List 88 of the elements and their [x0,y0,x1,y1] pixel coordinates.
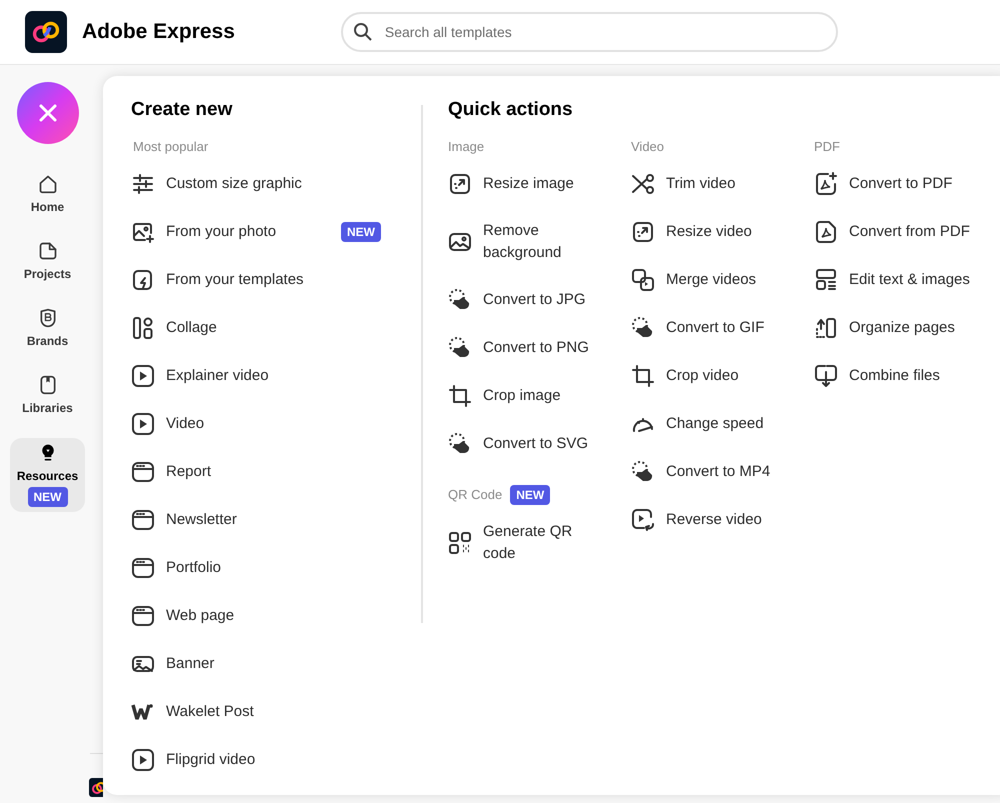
combine-files-icon [814,364,838,388]
document-icon [38,241,58,261]
nav-item[interactable]: Brands [10,304,85,353]
group-label: PDF [814,138,840,156]
menu-item[interactable]: Convert to GIF [631,304,814,352]
menu-item[interactable]: Crop video [631,352,814,400]
play-icon [131,412,155,436]
hand-dotted-circle-icon [631,460,655,484]
merge-icon [631,268,655,292]
menu-item[interactable]: Wakelet Post [131,688,381,736]
image-icon [448,230,472,254]
menu-item[interactable]: Collage [131,304,381,352]
menu-item[interactable]: Newsletter [131,496,381,544]
menu-item[interactable]: From your templates [131,256,381,304]
menu-item[interactable]: Change speed [631,400,814,448]
menu-item[interactable]: Report [131,448,381,496]
browser-window-icon [131,556,155,580]
browser-window-icon [131,604,155,628]
close-icon [38,103,58,123]
collage-icon [131,316,155,340]
menu-item[interactable]: Resize image [448,160,631,208]
hand-dotted-circle-icon [448,288,472,312]
menu-item[interactable]: Reverse video [631,496,814,544]
search-field[interactable]: Search all templates [340,12,838,52]
new-badge: NEW [510,485,550,505]
menu-item[interactable]: Combine files [814,352,1000,400]
menu-item[interactable]: Convert to PDF [814,160,1000,208]
group-label: Video [631,138,664,156]
menu-item[interactable]: Banner [131,640,381,688]
search-icon [352,22,373,42]
pdf-document-icon [814,220,838,244]
browser-window-icon [131,460,155,484]
resize-icon [448,172,472,196]
menu-item[interactable]: Remove background [448,208,631,276]
section-heading: Quick actions [448,98,574,122]
hand-dotted-circle-icon [448,336,472,360]
new-badge: NEW [341,222,381,242]
menu-item[interactable]: Merge videos [631,256,814,304]
play-icon [131,364,155,388]
brand-badge-icon [38,308,58,328]
template-icon [131,268,155,292]
menu-item[interactable]: Generate QR code [448,509,631,577]
menu-item[interactable]: Convert to SVG [448,420,631,468]
menu-item[interactable]: Crop image [448,372,631,420]
group-label: Most popular [132,138,210,156]
reverse-play-icon [631,508,655,532]
logo-icon[interactable] [89,778,103,797]
menu-item[interactable]: Convert to PNG [448,324,631,372]
nav-item[interactable]: Libraries [10,371,85,420]
menu-item[interactable]: Explainer video [131,352,381,400]
nav-item[interactable]: Resources NEW [10,438,85,512]
new-badge: NEW [28,487,68,507]
home-icon [38,174,58,194]
qr-code-icon [448,531,472,555]
menu-item[interactable]: Flipgrid video [131,736,381,784]
logo-icon[interactable] [24,11,68,53]
group-label: QR Code [448,486,502,504]
menu-item[interactable]: Organize pages [814,304,1000,352]
app-title: Adobe Express [82,19,235,46]
menu-item[interactable]: Web page [131,592,381,640]
pdf-sparkle-icon [814,172,838,196]
menu-item[interactable]: Convert to JPG [448,276,631,324]
scissors-icon [631,172,655,196]
menu-item[interactable]: Trim video [631,160,814,208]
menu-item[interactable]: Convert from PDF [814,208,1000,256]
sliders-icon [131,172,155,196]
menu-item[interactable]: From your photo NEW [131,208,381,256]
menu-item[interactable]: Portfolio [131,544,381,592]
crop-icon [448,384,472,408]
play-icon [131,748,155,772]
photo-plus-icon [131,220,155,244]
nav-item[interactable]: Projects [10,237,85,286]
layout-icon [814,268,838,292]
hand-dotted-circle-icon [631,316,655,340]
pages-icon [814,316,838,340]
browser-window-icon [131,508,155,532]
menu-item[interactable]: Resize video [631,208,814,256]
nav-item[interactable]: Home [10,170,85,219]
section-heading: Create new [131,98,234,122]
menu-item[interactable]: Video [131,400,381,448]
crop-icon [631,364,655,388]
group-label: Image [448,138,484,156]
library-icon [38,375,58,395]
menu-item[interactable]: Edit text & images [814,256,1000,304]
menu-item[interactable]: Custom size graphic [131,160,381,208]
hand-dotted-circle-icon [448,432,472,456]
resize-icon [631,220,655,244]
menu-item[interactable]: Convert to MP4 [631,448,814,496]
